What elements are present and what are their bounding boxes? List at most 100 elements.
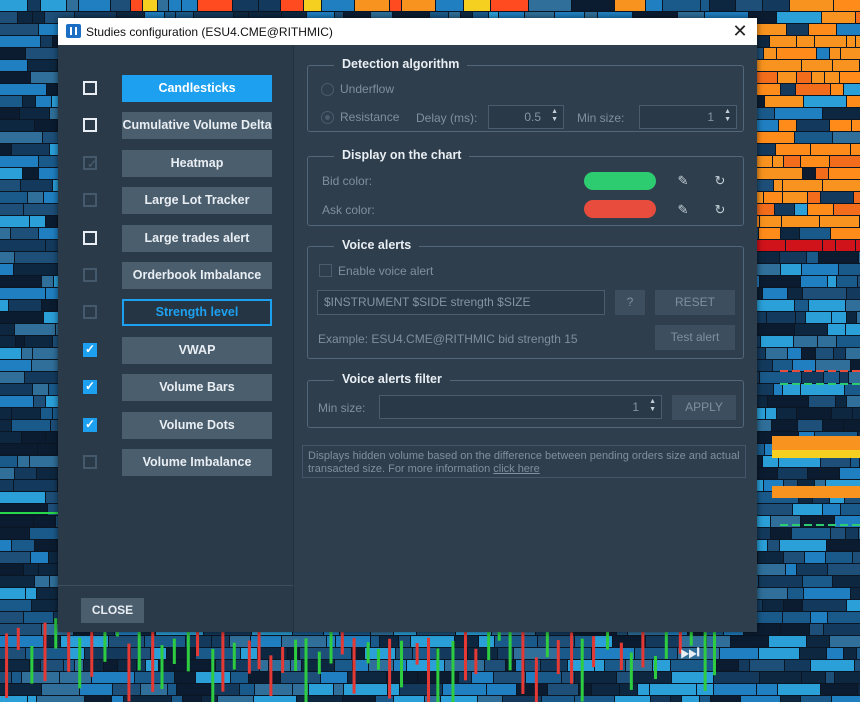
enable-voice-alert-label: Enable voice alert bbox=[338, 264, 434, 278]
study-button[interactable]: Orderbook Imbalance bbox=[122, 262, 272, 289]
study-button[interactable]: VWAP bbox=[122, 336, 272, 364]
ask-color-swatch[interactable] bbox=[584, 200, 656, 218]
study-button[interactable]: Strength level bbox=[122, 299, 272, 327]
heatmap-cell bbox=[394, 660, 406, 671]
heatmap-cell bbox=[846, 300, 860, 311]
underflow-radio[interactable] bbox=[321, 83, 334, 96]
study-checkbox[interactable]: ✓ bbox=[83, 416, 97, 432]
heatmap-cell bbox=[780, 383, 788, 385]
enable-voice-alert-checkbox[interactable] bbox=[319, 264, 332, 277]
heatmap-cell bbox=[0, 48, 25, 59]
checkmark-icon: ✓ bbox=[84, 416, 96, 431]
heatmap-cell bbox=[798, 420, 822, 431]
stepper-arrows-icon[interactable]: ▲ ▼ bbox=[551, 108, 558, 124]
eyedropper-icon[interactable]: ✎ bbox=[675, 173, 691, 189]
study-checkbox[interactable] bbox=[83, 118, 97, 133]
voice-template-input[interactable]: $INSTRUMENT $SIDE strength $SIZE bbox=[317, 290, 605, 315]
heatmap-cell bbox=[772, 486, 860, 498]
detection-algorithm-group: Detection algorithm Underflow Resistance… bbox=[307, 57, 744, 132]
heatmap-cell bbox=[388, 638, 392, 699]
heatmap-cell bbox=[594, 636, 612, 647]
heatmap-cell bbox=[778, 684, 820, 695]
heatmap-cell bbox=[823, 180, 860, 191]
study-row: Candlesticks bbox=[58, 75, 294, 103]
heatmap-cell bbox=[808, 468, 839, 479]
click-here-link[interactable]: click here bbox=[493, 463, 539, 475]
study-checkbox[interactable] bbox=[83, 193, 97, 208]
study-row: ✓ Volume Dots bbox=[58, 411, 294, 440]
heatmap-cell bbox=[0, 540, 11, 551]
study-checkbox[interactable]: ✓ bbox=[83, 379, 97, 395]
heatmap-cell bbox=[827, 540, 860, 551]
title-bar: Studies configuration (ESU4.CME@RITHMIC)… bbox=[58, 18, 757, 45]
heatmap-cell bbox=[548, 684, 578, 695]
study-checkbox[interactable] bbox=[83, 81, 97, 95]
study-row: ✓ Volume Bars bbox=[58, 374, 294, 402]
help-button[interactable]: ? bbox=[615, 290, 645, 315]
close-button[interactable]: CLOSE bbox=[81, 598, 144, 623]
stepper-arrows-icon[interactable]: ▲ ▼ bbox=[649, 398, 656, 414]
heatmap-cell bbox=[833, 576, 860, 587]
study-button[interactable]: Cumulative Volume Delta bbox=[122, 112, 272, 140]
study-checkbox[interactable] bbox=[83, 455, 97, 469]
heatmap-cell bbox=[0, 72, 30, 83]
close-icon[interactable]: ✕ bbox=[729, 20, 751, 42]
study-button[interactable]: Volume Bars bbox=[122, 374, 272, 402]
filter-min-size-stepper[interactable]: 1 ▲ ▼ bbox=[379, 395, 662, 419]
heatmap-cell bbox=[396, 648, 412, 659]
test-alert-button[interactable]: Test alert bbox=[655, 325, 735, 350]
heatmap-cell bbox=[0, 24, 38, 35]
heatmap-cell bbox=[775, 204, 794, 215]
heatmap-cell bbox=[710, 0, 735, 11]
ask-color-label: Ask color: bbox=[322, 203, 375, 217]
heatmap-cell bbox=[781, 84, 795, 95]
heatmap-cell bbox=[775, 108, 822, 119]
skip-forward-icon[interactable]: ⏭ bbox=[676, 638, 704, 666]
study-checkbox[interactable] bbox=[83, 268, 97, 282]
study-button[interactable]: Candlesticks bbox=[122, 75, 272, 102]
filter-min-size-label: Min size: bbox=[318, 401, 366, 415]
heatmap-cell bbox=[781, 228, 799, 239]
study-checkbox[interactable]: ✓ bbox=[83, 155, 97, 171]
study-button[interactable]: Heatmap bbox=[122, 149, 272, 177]
heatmap-cell bbox=[682, 696, 699, 702]
reset-icon[interactable]: ↻ bbox=[712, 173, 728, 189]
min-size-stepper[interactable]: 1 ▲ ▼ bbox=[639, 105, 737, 129]
study-button[interactable]: Large trades alert bbox=[122, 224, 272, 252]
reset-button[interactable]: RESET bbox=[655, 290, 735, 315]
heatmap-cell bbox=[803, 288, 846, 299]
study-button[interactable]: Volume Imbalance bbox=[122, 449, 272, 476]
eyedropper-icon[interactable]: ✎ bbox=[675, 202, 691, 218]
heatmap-cell bbox=[127, 643, 131, 702]
heatmap-cell bbox=[823, 108, 860, 119]
heatmap-cell bbox=[801, 156, 829, 167]
heatmap-cell bbox=[617, 672, 632, 683]
stepper-arrows-icon[interactable]: ▲ ▼ bbox=[724, 108, 731, 124]
heatmap-cell bbox=[390, 0, 401, 11]
heatmap-cell bbox=[847, 96, 860, 107]
resistance-radio[interactable] bbox=[321, 111, 334, 124]
heatmap-cell bbox=[20, 108, 49, 119]
heatmap-cell bbox=[15, 468, 36, 479]
study-button[interactable]: Large Lot Tracker bbox=[122, 187, 272, 215]
heatmap-cell bbox=[846, 324, 860, 335]
heatmap-cell bbox=[294, 639, 298, 672]
heatmap-cell bbox=[0, 228, 10, 239]
heatmap-cell bbox=[35, 576, 49, 587]
heatmap-cell bbox=[781, 264, 801, 275]
heatmap-cell bbox=[773, 360, 792, 371]
study-button[interactable]: Volume Dots bbox=[122, 411, 272, 439]
heatmap-cell bbox=[741, 696, 780, 702]
heatmap-cell bbox=[835, 672, 860, 683]
heatmap-cell bbox=[703, 629, 707, 691]
heatmap-cell bbox=[21, 180, 52, 191]
bid-color-swatch[interactable] bbox=[584, 172, 656, 190]
heatmap-cell bbox=[542, 696, 574, 702]
reset-icon[interactable]: ↻ bbox=[712, 202, 728, 218]
study-checkbox[interactable]: ✓ bbox=[83, 342, 97, 357]
delay-stepper[interactable]: 0.5 ▲ ▼ bbox=[488, 105, 564, 129]
apply-button[interactable]: APPLY bbox=[672, 395, 736, 420]
heatmap-cell bbox=[42, 684, 79, 695]
study-checkbox[interactable] bbox=[83, 230, 97, 245]
study-checkbox[interactable] bbox=[83, 305, 97, 320]
